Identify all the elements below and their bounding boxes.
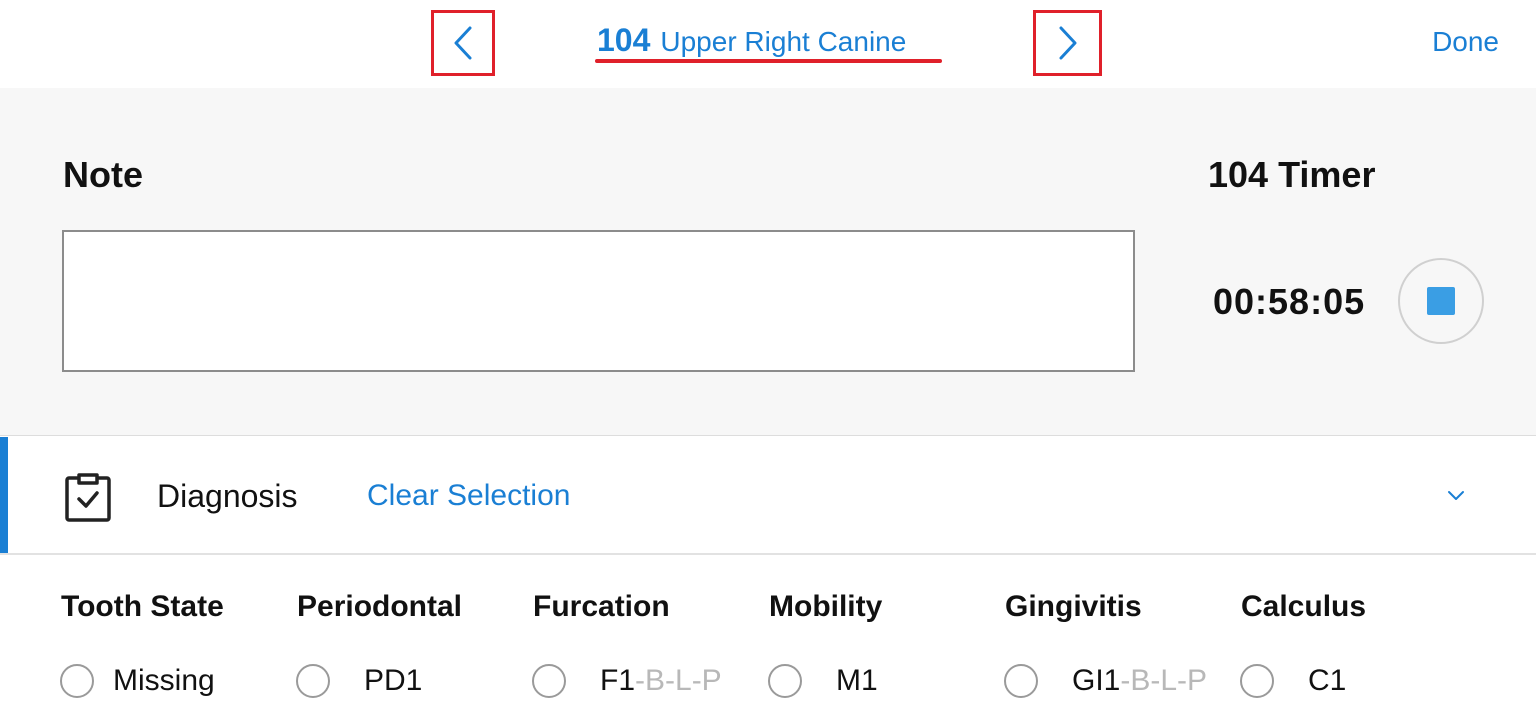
note-label: Note xyxy=(63,154,143,195)
option-site-suffix: -B-L-P xyxy=(635,664,722,697)
option-m1[interactable]: M1 xyxy=(768,661,878,701)
timer-stop-button[interactable] xyxy=(1398,258,1484,344)
option-label: GI1 xyxy=(1072,664,1121,697)
clipboard-check-icon xyxy=(65,473,111,522)
timer-value: 00:58:05 xyxy=(1213,281,1366,322)
option-label: F1 xyxy=(600,664,636,697)
option-pd1[interactable]: PD1 xyxy=(296,661,422,701)
category-furcation: Furcation xyxy=(533,590,670,623)
option-gi1[interactable]: GI1 -B-L-P xyxy=(1004,661,1207,701)
tooth-name: Upper Right Canine xyxy=(660,26,907,57)
note-input[interactable] xyxy=(62,230,1135,372)
option-label: M1 xyxy=(836,664,878,697)
option-label: Missing xyxy=(113,664,215,697)
radio-button[interactable] xyxy=(60,664,94,698)
option-f1[interactable]: F1 -B-L-P xyxy=(532,661,722,701)
category-calculus: Calculus xyxy=(1241,590,1367,623)
chevron-right-icon xyxy=(1059,26,1076,60)
next-tooth-button[interactable] xyxy=(1033,10,1102,76)
timer-label: 104 Timer xyxy=(1208,154,1376,195)
category-tooth-state: Tooth State xyxy=(61,590,224,623)
radio-button[interactable] xyxy=(296,664,330,698)
top-navigation-bar: 104 Upper Right Canine Done xyxy=(0,0,1536,88)
option-label: PD1 xyxy=(364,664,423,697)
diagnosis-section-header[interactable]: Diagnosis Clear Selection xyxy=(0,437,1536,555)
chevron-left-icon xyxy=(454,26,472,60)
previous-tooth-button[interactable] xyxy=(431,10,495,76)
tooth-number: 104 xyxy=(597,22,651,58)
title-highlight-underline xyxy=(595,59,942,63)
radio-button[interactable] xyxy=(532,664,566,698)
note-timer-panel: Note 104 Timer 00:58:05 xyxy=(0,88,1536,436)
category-periodontal: Periodontal xyxy=(297,590,463,623)
category-mobility: Mobility xyxy=(769,590,883,623)
diagnosis-label: Diagnosis xyxy=(157,478,298,514)
stop-icon xyxy=(1427,287,1455,315)
radio-button[interactable] xyxy=(1004,664,1038,698)
option-c1[interactable]: C1 xyxy=(1240,661,1346,701)
chevron-down-icon[interactable] xyxy=(1446,489,1466,503)
option-site-suffix: -B-L-P xyxy=(1120,664,1208,697)
category-gingivitis: Gingivitis xyxy=(1005,590,1142,623)
radio-button[interactable] xyxy=(768,664,802,698)
radio-button[interactable] xyxy=(1240,664,1274,698)
option-label: C1 xyxy=(1308,664,1347,697)
clear-selection-button[interactable]: Clear Selection xyxy=(367,479,570,513)
done-button[interactable]: Done xyxy=(1432,26,1499,58)
option-missing[interactable]: Missing xyxy=(60,661,215,701)
diagnosis-accent-bar xyxy=(0,437,8,553)
